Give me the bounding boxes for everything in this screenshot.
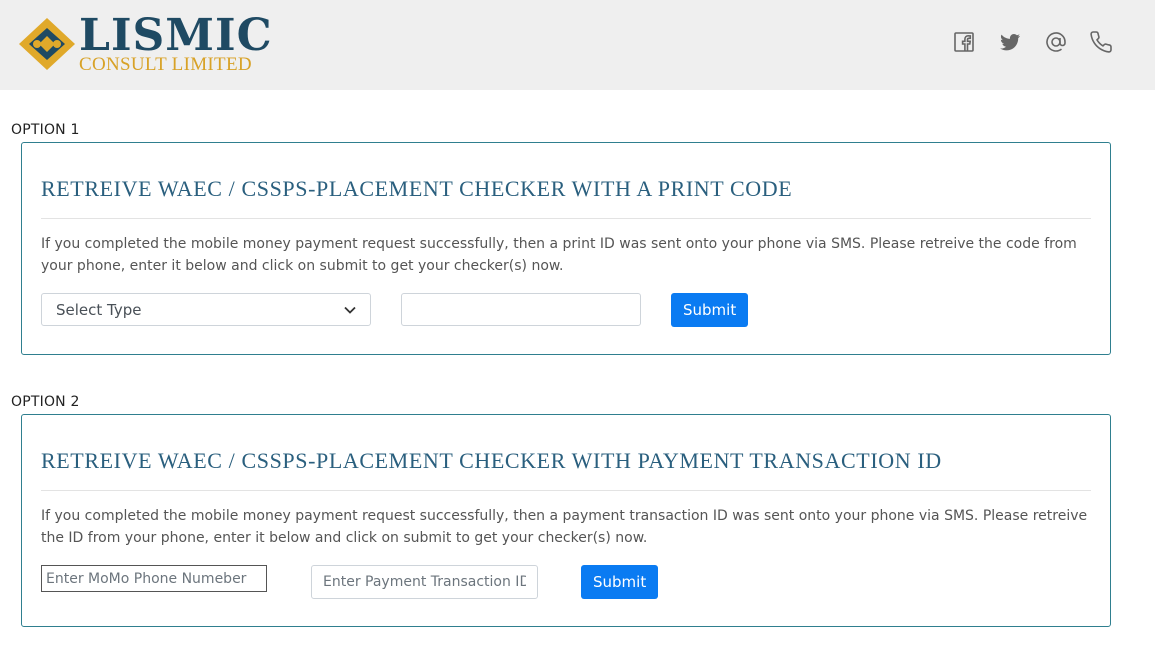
option-1-label: OPTION 1	[11, 122, 80, 138]
option-2-description: If you completed the mobile money paymen…	[41, 508, 1088, 546]
option-1-card: RETREIVE WAEC / CSSPS-PLACEMENT CHECKER …	[21, 142, 1111, 355]
type-select-value: Select Type	[56, 300, 142, 319]
phone-icon[interactable]	[1089, 28, 1115, 56]
logo-subtitle: CONSULT LIMITED	[79, 54, 252, 75]
logo-wordmark: LISMIC	[79, 10, 273, 61]
social-links	[951, 28, 1115, 56]
site-logo[interactable]: LISMIC CONSULT LIMITED	[15, 12, 272, 78]
site-header: LISMIC CONSULT LIMITED	[0, 0, 1155, 90]
option-2-title: RETREIVE WAEC / CSSPS-PLACEMENT CHECKER …	[41, 448, 942, 473]
option-1-title: RETREIVE WAEC / CSSPS-PLACEMENT CHECKER …	[41, 176, 793, 201]
facebook-icon[interactable]	[951, 28, 977, 56]
print-code-input[interactable]	[401, 293, 641, 326]
type-select[interactable]: Select Type	[41, 293, 371, 326]
twitter-icon[interactable]	[997, 28, 1023, 56]
option-2-label: OPTION 2	[11, 394, 80, 410]
submit-button[interactable]: Submit	[671, 293, 749, 327]
logo-mark-icon	[19, 18, 75, 70]
divider	[41, 218, 1091, 219]
email-at-icon[interactable]	[1043, 28, 1069, 56]
option-1-description: If you completed the mobile money paymen…	[41, 236, 1077, 274]
option-2-card: RETREIVE WAEC / CSSPS-PLACEMENT CHECKER …	[21, 414, 1111, 627]
divider	[41, 490, 1091, 491]
momo-phone-input[interactable]	[41, 565, 267, 592]
submit-button[interactable]: Submit	[581, 565, 659, 599]
chevron-down-icon	[344, 306, 356, 314]
transaction-id-input[interactable]	[311, 565, 538, 599]
